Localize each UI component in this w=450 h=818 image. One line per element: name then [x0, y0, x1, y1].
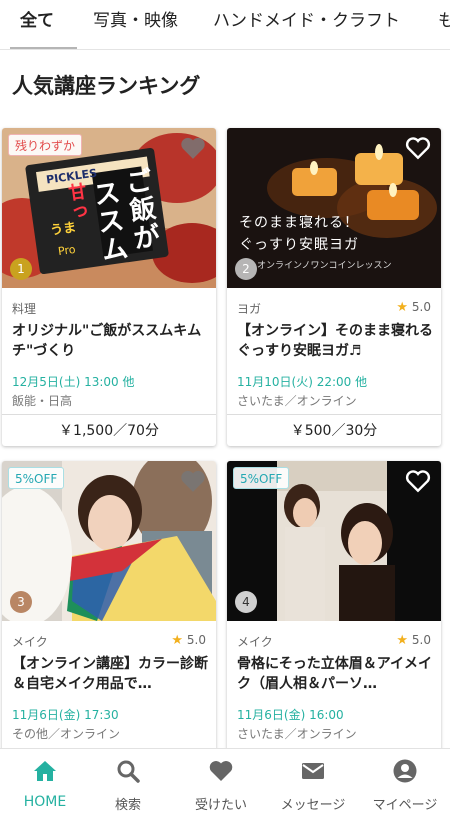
nav-search[interactable]: 検索 — [83, 749, 173, 818]
nav-label: マイページ — [372, 798, 438, 813]
nav-messages[interactable]: メッセージ — [268, 749, 358, 818]
course-title[interactable]: 【オンライン】そのまま寝れるぐっすり安眠ヨガ♬ — [237, 321, 433, 361]
rating-value: 5.0 — [186, 633, 206, 647]
course-price: ￥500／30分 — [227, 414, 441, 446]
tab-handmade-craft[interactable]: ハンドメイド・クラフト — [213, 0, 400, 49]
discount-tag: 5%OFF — [8, 467, 65, 489]
favorite-heart-icon[interactable] — [405, 469, 431, 493]
rating-value: 5.0 — [411, 633, 431, 647]
course-title[interactable]: 骨格にそった立体眉＆アイメイク（眉人相＆パーソ… — [237, 654, 433, 694]
rank-badge: 3 — [10, 591, 32, 613]
bottom-navigation: HOME 検索 受けたい メッセージ マイページ — [0, 748, 450, 818]
nav-wishlist[interactable]: 受けたい — [176, 749, 266, 818]
course-category: メイク — [237, 635, 273, 649]
tab-more[interactable]: も — [438, 0, 450, 49]
favorite-heart-icon[interactable] — [405, 136, 431, 160]
course-location: 飯能・日高 — [12, 394, 73, 408]
nav-label: 受けたい — [194, 798, 247, 813]
favorite-heart-icon[interactable] — [180, 136, 206, 160]
discount-tag: 5%OFF — [233, 467, 290, 489]
star-icon: ★ — [396, 300, 409, 315]
star-icon: ★ — [171, 633, 184, 648]
nav-label: 検索 — [114, 798, 141, 813]
course-location: その他／オンライン — [12, 727, 121, 741]
course-image: PICKLES ご飯が ススム 甘っ うま Pro 残りわずか 1 — [2, 128, 216, 288]
limited-seats-tag: 残りわずか — [8, 134, 83, 156]
image-text: うま — [49, 220, 78, 239]
rank-badge: 4 — [235, 591, 257, 613]
envelope-icon — [302, 763, 324, 779]
course-card[interactable]: PICKLES ご飯が ススム 甘っ うま Pro 残りわずか 1 料理 オリジ… — [2, 128, 216, 446]
user-icon — [393, 759, 417, 783]
course-date: 11月6日(金) 17:30 — [12, 708, 119, 722]
course-location: さいたま／オンライン — [237, 727, 357, 741]
rank-badge: 2 — [235, 258, 257, 280]
rank-badge: 1 — [10, 258, 32, 280]
active-tab-indicator — [10, 47, 77, 49]
course-rating: ★ 5.0 — [396, 300, 431, 315]
course-image: そのまま寝れる！ ぐっすり安眠ヨガ オンラインノワンコインレッスン 2 — [227, 128, 441, 288]
tab-all[interactable]: 全て — [20, 0, 54, 49]
course-rating: ★ 5.0 — [171, 633, 206, 648]
tab-photo-video[interactable]: 写真・映像 — [93, 0, 178, 49]
image-text: Pro — [57, 242, 77, 259]
heart-icon — [209, 761, 233, 781]
search-icon — [117, 760, 140, 783]
course-rating: ★ 5.0 — [396, 633, 431, 648]
course-card[interactable]: 5%OFF 3 メイク ★ 5.0 【オンライン講座】カラー診断＆自宅メイク用品… — [2, 461, 216, 761]
course-card[interactable]: そのまま寝れる！ ぐっすり安眠ヨガ オンラインノワンコインレッスン 2 ヨガ ★… — [227, 128, 441, 446]
course-title[interactable]: 【オンライン講座】カラー診断＆自宅メイク用品で… — [12, 654, 208, 694]
nav-mypage[interactable]: マイページ — [360, 749, 450, 818]
nav-label: HOME — [23, 794, 67, 810]
course-image: 5%OFF 3 — [2, 461, 216, 621]
home-icon — [34, 761, 56, 781]
course-date: 11月10日(火) 22:00 他 — [237, 375, 368, 389]
section-title: 人気講座ランキング — [12, 74, 201, 98]
course-date: 11月6日(金) 16:00 — [237, 708, 344, 722]
course-category: ヨガ — [237, 302, 262, 316]
course-category: 料理 — [12, 302, 37, 316]
course-price: ￥1,500／70分 — [2, 414, 216, 446]
course-location: さいたま／オンライン — [237, 394, 357, 408]
favorite-heart-icon[interactable] — [180, 469, 206, 493]
image-text: そのまま寝れる！ — [239, 215, 359, 231]
course-card[interactable]: 5%OFF 4 メイク ★ 5.0 骨格にそった立体眉＆アイメイク（眉人相＆パー… — [227, 461, 441, 761]
image-text: ぐっすり安眠ヨガ — [239, 237, 359, 253]
nav-label: メッセージ — [280, 798, 346, 813]
nav-home[interactable]: HOME — [0, 749, 90, 818]
course-image: 5%OFF 4 — [227, 461, 441, 621]
category-tabs: 全て 写真・映像 ハンドメイド・クラフト も — [0, 0, 450, 50]
rating-value: 5.0 — [411, 300, 431, 314]
course-title[interactable]: オリジナル"ご飯がススムキムチ"づくり — [12, 321, 208, 361]
course-category: メイク — [12, 635, 48, 649]
star-icon: ★ — [396, 633, 409, 648]
course-date: 12月5日(土) 13:00 他 — [12, 375, 135, 389]
image-text: オンラインノワンコインレッスン — [257, 261, 392, 271]
